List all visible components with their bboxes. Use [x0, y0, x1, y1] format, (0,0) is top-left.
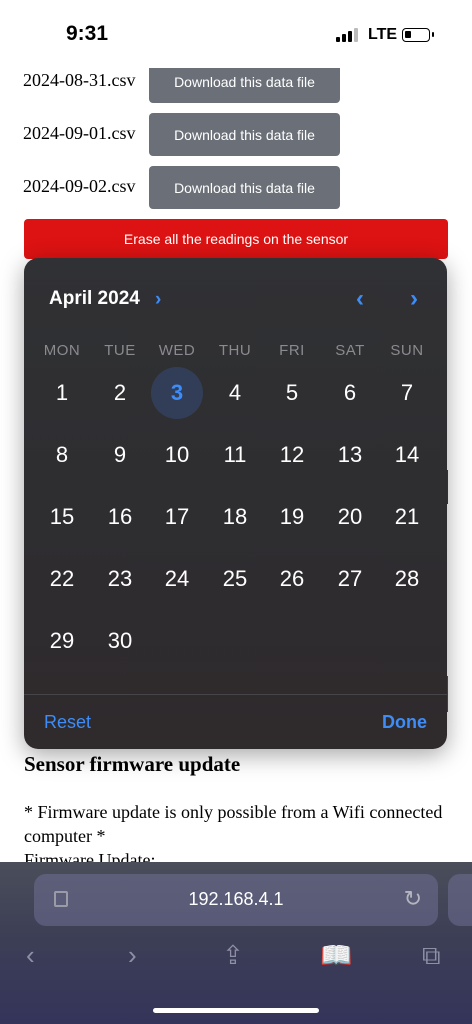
calendar-day[interactable]: 13: [324, 429, 376, 481]
selected-day[interactable]: 3: [151, 367, 203, 419]
calendar-day[interactable]: 11: [209, 429, 261, 481]
signal-icon: [336, 28, 358, 42]
file-name: 2024-09-02.csv: [23, 176, 136, 196]
download-button[interactable]: Download this data file: [149, 113, 340, 156]
bookmarks-icon[interactable]: 📖: [320, 940, 352, 971]
calendar-day[interactable]: 22: [36, 553, 88, 605]
calendar-day[interactable]: 30: [94, 615, 146, 667]
weekday-label: THU: [218, 342, 252, 359]
battery-icon: [402, 28, 434, 42]
weekday-label: SAT: [335, 342, 365, 359]
weekday-label: WED: [158, 342, 196, 359]
calendar-day[interactable]: 27: [324, 553, 376, 605]
calendar-day[interactable]: 1: [36, 367, 88, 419]
share-icon[interactable]: ⇪: [222, 940, 244, 971]
calendar-day[interactable]: 25: [209, 553, 261, 605]
calendar-day[interactable]: 9: [94, 429, 146, 481]
calendar-day[interactable]: 7: [381, 367, 433, 419]
file-name: 2024-08-31.csv: [23, 70, 136, 90]
calendar-day[interactable]: 17: [151, 491, 203, 543]
firmware-section-title: Sensor firmware update: [24, 752, 241, 776]
calendar-day[interactable]: 12: [266, 429, 318, 481]
address-bar[interactable]: 192.168.4.1 ↻: [34, 874, 438, 926]
erase-readings-button[interactable]: Erase all the readings on the sensor: [24, 219, 448, 259]
previous-month-button[interactable]: ‹: [356, 285, 364, 313]
done-button[interactable]: Done: [382, 712, 427, 733]
calendar-day[interactable]: 28: [381, 553, 433, 605]
calendar-day[interactable]: 16: [94, 491, 146, 543]
file-row: 2024-09-02.csv Download this data file: [23, 166, 353, 210]
calendar-day[interactable]: 15: [36, 491, 88, 543]
reload-icon[interactable]: ↻: [404, 886, 422, 912]
weekday-label: SUN: [390, 342, 424, 359]
forward-icon[interactable]: ›: [128, 940, 137, 971]
network-type: LTE: [368, 26, 398, 43]
tabs-icon[interactable]: ⧉: [422, 940, 441, 972]
calendar-day[interactable]: 8: [36, 429, 88, 481]
calendar-day[interactable]: 26: [266, 553, 318, 605]
calendar-day[interactable]: 24: [151, 553, 203, 605]
next-month-button[interactable]: ›: [410, 285, 418, 313]
calendar-day[interactable]: 21: [381, 491, 433, 543]
firmware-note: * Firmware update is only possible from …: [24, 802, 443, 846]
url-text[interactable]: 192.168.4.1: [34, 889, 438, 910]
calendar-day[interactable]: 29: [36, 615, 88, 667]
calendar-day[interactable]: 2: [94, 367, 146, 419]
download-button[interactable]: Download this data file: [149, 166, 340, 209]
status-time: 9:31: [66, 22, 109, 45]
weekday-label: FRI: [279, 342, 305, 359]
calendar-day[interactable]: 14: [381, 429, 433, 481]
calendar-day[interactable]: 10: [151, 429, 203, 481]
weekday-label: TUE: [104, 342, 136, 359]
calendar-day[interactable]: 6: [324, 367, 376, 419]
calendar-day[interactable]: 20: [324, 491, 376, 543]
date-picker-popup: April 2024 › ‹ › MON TUE WED THU FRI SAT…: [24, 258, 447, 749]
calendar-day[interactable]: 5: [266, 367, 318, 419]
divider: [24, 694, 447, 695]
calendar-day[interactable]: 19: [266, 491, 318, 543]
browser-toolbar: 192.168.4.1 ↻ ‹ › ⇪ 📖 ⧉: [0, 862, 472, 1024]
file-name: 2024-09-01.csv: [23, 123, 136, 143]
back-icon[interactable]: ‹: [26, 940, 35, 971]
status-bar: 9:31 LTE: [0, 0, 472, 68]
month-expand-chevron-icon[interactable]: ›: [155, 289, 161, 311]
calendar-day[interactable]: 18: [209, 491, 261, 543]
home-indicator[interactable]: [153, 1008, 319, 1013]
calendar-day[interactable]: 4: [209, 367, 261, 419]
month-title[interactable]: April 2024: [49, 288, 140, 310]
next-tab-preview[interactable]: [448, 874, 472, 926]
calendar-day[interactable]: 23: [94, 553, 146, 605]
reset-button[interactable]: Reset: [44, 712, 91, 733]
weekday-label: MON: [43, 342, 81, 359]
file-row: 2024-09-01.csv Download this data file: [23, 113, 353, 157]
